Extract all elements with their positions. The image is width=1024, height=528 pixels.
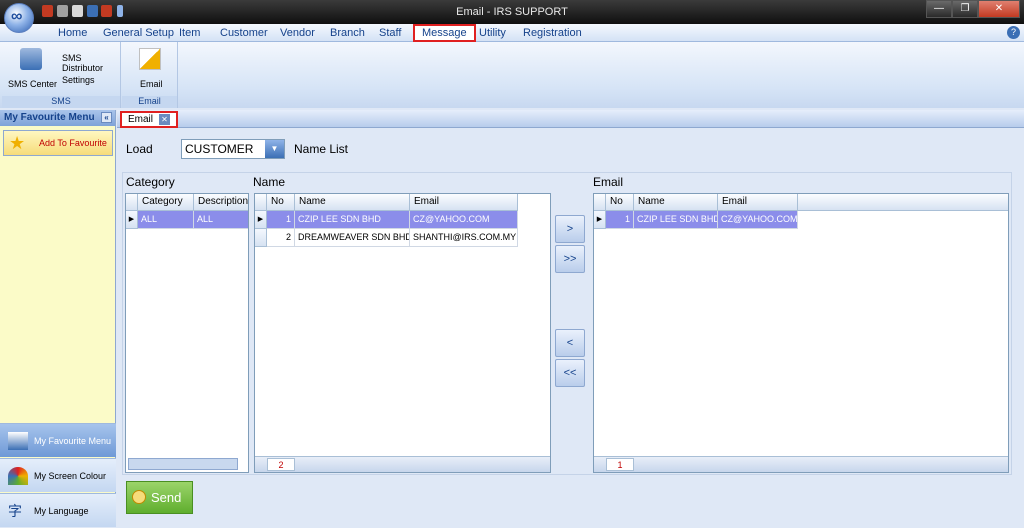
column-header[interactable]: No — [606, 194, 634, 211]
main-area: Email ✕ Load CUSTOMER ▼ Name List Categor… — [117, 110, 1024, 517]
nav-label: My Screen Colour — [34, 471, 107, 481]
title-bar: Email - IRS SUPPORT — ❐ ✕ — [0, 0, 1024, 24]
grid-footer: 1 — [594, 456, 1008, 472]
add-to-favourite-button[interactable]: ★ Add To Favourite — [3, 130, 113, 156]
row-indicator-icon: ▶ — [255, 211, 267, 229]
column-header[interactable]: No — [267, 194, 295, 211]
move-right-button[interactable]: > — [555, 215, 585, 243]
menu-vendor[interactable]: Vendor — [280, 27, 315, 39]
grid-footer: 2 — [255, 456, 550, 472]
move-all-left-button[interactable]: << — [555, 359, 585, 387]
table-cell[interactable]: DREAMWEAVER SDN BHD — [295, 229, 410, 247]
restore-button[interactable]: ❐ — [952, 0, 978, 18]
name-list-label: Name List — [294, 142, 349, 156]
settings-button[interactable]: Settings — [62, 75, 95, 85]
nav-label: My Favourite Menu — [34, 436, 112, 446]
language-icon: 字 — [8, 503, 22, 519]
sms-group-label: SMS — [2, 96, 120, 108]
nav-label: My Language — [34, 506, 89, 516]
row-header-corner — [594, 194, 606, 211]
nav-my-screen-colour[interactable]: My Screen Colour — [0, 458, 116, 492]
record-count: 2 — [267, 458, 295, 471]
table-cell[interactable]: CZIP LEE SDN BHD — [295, 211, 410, 229]
send-button[interactable]: Send — [126, 481, 193, 514]
sms-center-button[interactable]: SMS Center — [8, 79, 57, 89]
menu-bar: Home General Setup Item Customer Vendor … — [0, 24, 1024, 42]
email-button[interactable]: Email — [140, 79, 163, 89]
menu-utility[interactable]: Utility — [479, 27, 506, 39]
minimize-button[interactable]: — — [926, 0, 952, 18]
column-header-filler — [798, 194, 1008, 211]
tab-email[interactable]: Email ✕ — [120, 111, 179, 128]
column-header[interactable]: Name — [295, 194, 410, 211]
row-indicator-icon: ▶ — [594, 211, 606, 229]
row-header-corner — [126, 194, 138, 211]
table-cell[interactable]: ALL — [194, 211, 248, 229]
menu-item[interactable]: Item — [179, 27, 200, 39]
table-cell[interactable]: 2 — [267, 229, 295, 247]
record-count: 1 — [606, 458, 634, 471]
table-cell[interactable]: CZ@YAHOO.COM — [410, 211, 518, 229]
menu-home[interactable]: Home — [58, 27, 87, 39]
row-indicator-icon: ▶ — [126, 211, 138, 229]
name-grid[interactable]: No Name Email ▶ 1 CZIP LEE SDN BHD CZ@YA… — [254, 193, 551, 473]
menu-registration[interactable]: Registration — [523, 27, 582, 39]
add-to-favourite-label: Add To Favourite — [39, 138, 107, 148]
email-group: Email Email — [122, 42, 178, 108]
category-grid[interactable]: Category Description ▶ ALL ALL — [125, 193, 249, 473]
horizontal-scrollbar[interactable] — [128, 458, 238, 470]
table-cell[interactable]: SHANTHI@IRS.COM.MY — [410, 229, 518, 247]
category-label: Category — [126, 175, 175, 189]
help-icon[interactable]: ? — [1007, 26, 1020, 39]
colour-wheel-icon — [8, 467, 28, 485]
table-cell[interactable]: CZIP LEE SDN BHD — [634, 211, 718, 229]
sms-center-icon — [20, 48, 42, 70]
menu-message[interactable]: Message — [413, 24, 476, 42]
menu-staff[interactable]: Staff — [379, 27, 401, 39]
email-grid[interactable]: No Name Email ▶ 1 CZIP LEE SDN BHD CZ@YA… — [593, 193, 1009, 473]
collapse-icon[interactable]: « — [101, 112, 112, 123]
close-button[interactable]: ✕ — [978, 0, 1020, 18]
star-add-icon: ★ — [9, 133, 26, 153]
menu-general-setup[interactable]: General Setup — [103, 27, 174, 39]
tab-strip: Email ✕ — [117, 110, 1024, 128]
name-label: Name — [253, 175, 286, 189]
column-header[interactable]: Email — [410, 194, 518, 211]
close-tab-icon[interactable]: ✕ — [159, 114, 171, 125]
app-orb-icon[interactable]: ∞ — [4, 3, 34, 33]
menu-branch[interactable]: Branch — [330, 27, 365, 39]
row-indicator — [255, 229, 267, 247]
email-list-label: Email — [593, 175, 624, 189]
favourite-menu-icon — [8, 432, 28, 450]
sms-group: SMS Center SMS Distributor Settings SMS — [2, 42, 121, 108]
favourite-panel-title: My Favourite Menu — [4, 112, 95, 123]
row-header-corner — [255, 194, 267, 211]
send-label: Send — [151, 490, 182, 505]
nav-my-language[interactable]: 字 My Language — [0, 493, 116, 527]
table-cell[interactable]: ALL — [138, 211, 194, 229]
move-all-right-button[interactable]: >> — [555, 245, 585, 273]
send-icon — [132, 490, 146, 504]
favourite-panel: My Favourite Menu « ★ Add To Favourite M… — [0, 110, 116, 527]
table-cell[interactable]: CZ@YAHOO.COM — [718, 211, 798, 229]
email-pencil-icon — [139, 48, 161, 70]
tab-email-label: Email — [128, 114, 154, 126]
email-group-label: Email — [122, 96, 177, 108]
column-header[interactable]: Email — [718, 194, 798, 211]
menu-customer[interactable]: Customer — [220, 27, 268, 39]
column-header[interactable]: Description — [194, 194, 248, 211]
table-cell[interactable]: 1 — [606, 211, 634, 229]
nav-my-favourite-menu[interactable]: My Favourite Menu — [0, 423, 116, 457]
load-label: Load — [126, 142, 153, 156]
column-header[interactable]: Category — [138, 194, 194, 211]
favourite-panel-header: My Favourite Menu « — [0, 110, 115, 126]
column-header[interactable]: Name — [634, 194, 718, 211]
table-cell[interactable]: 1 — [267, 211, 295, 229]
chevron-down-icon[interactable]: ▼ — [265, 140, 284, 158]
sms-distributor-button[interactable]: SMS Distributor — [62, 53, 120, 73]
ribbon: SMS Center SMS Distributor Settings SMS … — [0, 42, 1024, 108]
window-title: Email - IRS SUPPORT — [456, 6, 568, 18]
move-left-button[interactable]: < — [555, 329, 585, 357]
